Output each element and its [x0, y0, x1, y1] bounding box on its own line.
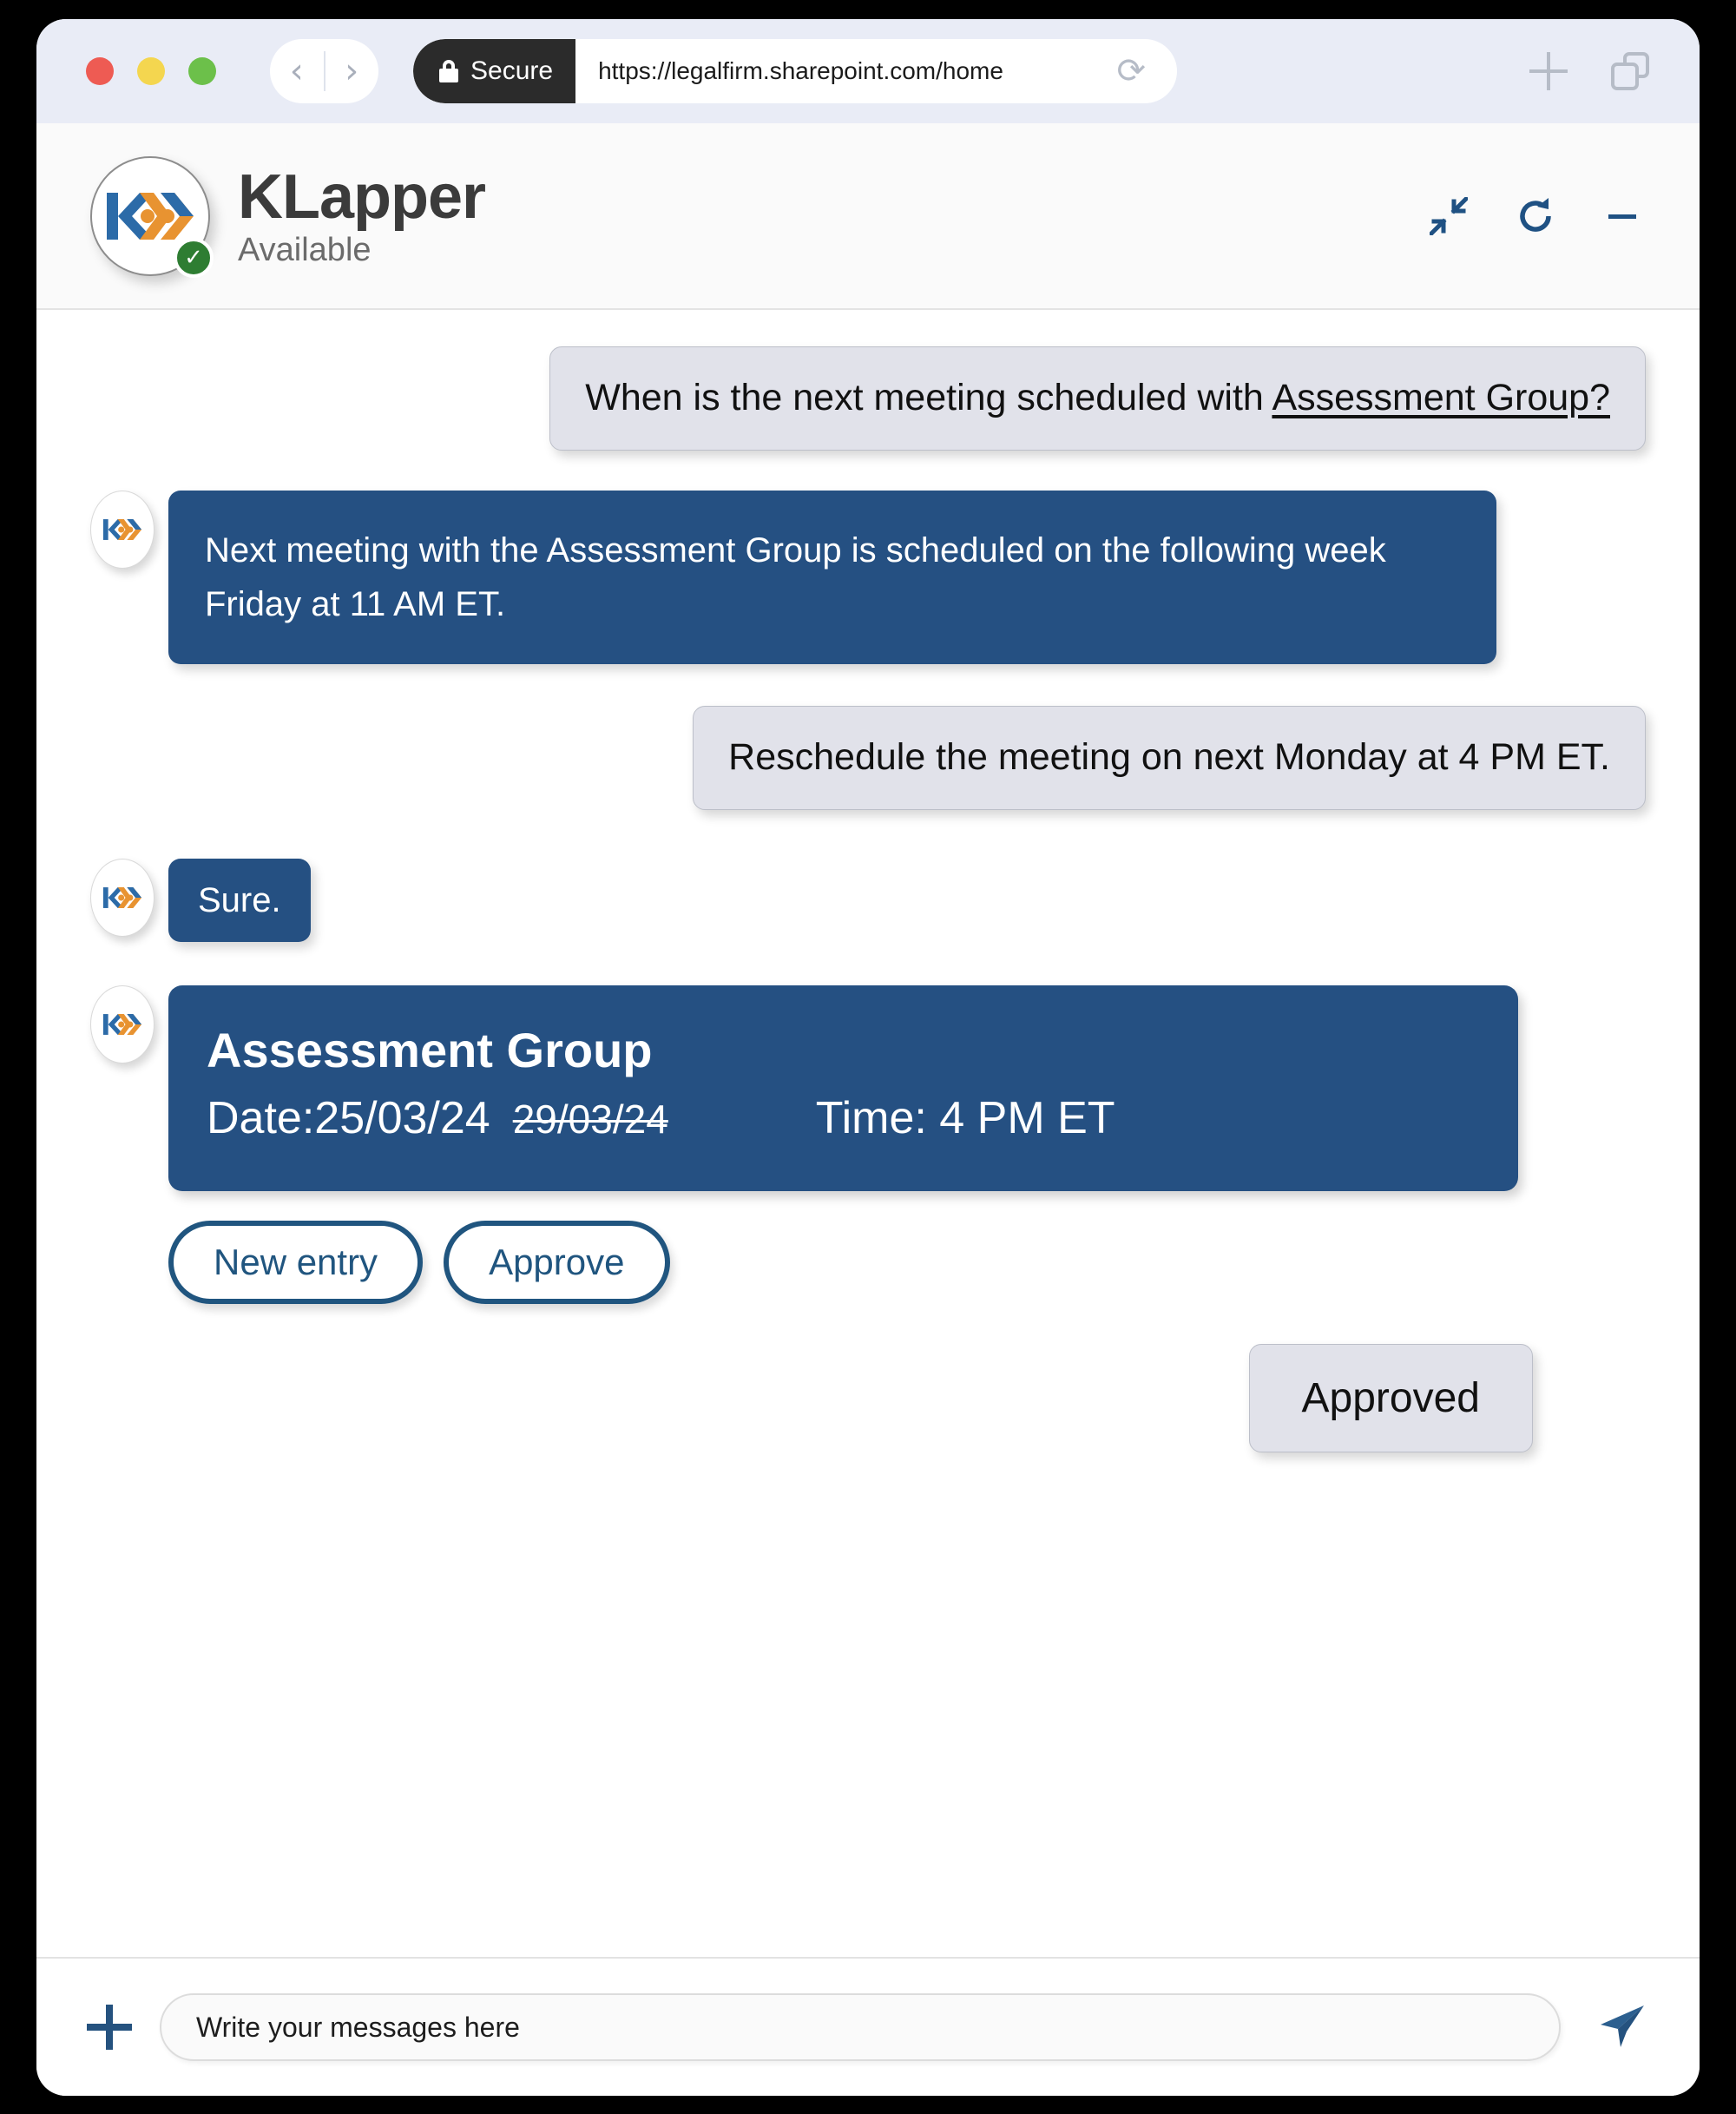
- chat-area: When is the next meeting scheduled with …: [36, 310, 1700, 1957]
- message-row-user-1: When is the next meeting scheduled with …: [90, 346, 1646, 451]
- meeting-card: Assessment Group Date: 25/03/24 29/03/24…: [168, 985, 1518, 1191]
- klapper-logo-icon: [102, 1013, 142, 1035]
- klapper-logo-icon: [102, 886, 142, 908]
- klapper-logo-icon: [107, 192, 194, 240]
- card-action-buttons: New entry Approve: [168, 1220, 1646, 1304]
- bot-message-bubble: Sure.: [168, 858, 311, 942]
- approve-button[interactable]: Approve: [444, 1220, 670, 1304]
- browser-chrome: ‹ › Secure https://legalfirm.sharepoint.…: [36, 19, 1700, 123]
- meeting-time: Time: 4 PM ET: [815, 1092, 1115, 1143]
- bot-avatar: [90, 985, 155, 1064]
- close-window-button[interactable]: [86, 57, 114, 85]
- collapse-icon[interactable]: [1425, 193, 1472, 240]
- tabs-overview-icon[interactable]: [1611, 52, 1649, 90]
- traffic-lights: [86, 57, 216, 85]
- message-row-user-3: Approved: [90, 1344, 1533, 1452]
- chrome-right-actions: [1529, 52, 1649, 90]
- new-tab-icon[interactable]: [1529, 52, 1568, 90]
- bot-message-bubble: Next meeting with the Assessment Group i…: [168, 490, 1496, 664]
- browser-window: ‹ › Secure https://legalfirm.sharepoint.…: [36, 19, 1700, 2096]
- navigation-pill: ‹ ›: [270, 39, 378, 103]
- zoom-window-button[interactable]: [188, 57, 216, 85]
- screen-root: ‹ › Secure https://legalfirm.sharepoint.…: [0, 0, 1736, 2114]
- minimize-window-button[interactable]: [137, 57, 165, 85]
- secure-badge: Secure: [413, 39, 576, 103]
- secure-label: Secure: [470, 56, 554, 85]
- meeting-card-title: Assessment Group: [207, 1022, 653, 1077]
- status-badge: ✓: [174, 237, 214, 278]
- new-entry-button[interactable]: New entry: [168, 1220, 424, 1304]
- message-input[interactable]: Write your messages here: [160, 1993, 1561, 2061]
- presence-status-label: Available: [238, 231, 372, 268]
- lock-icon: [439, 60, 458, 82]
- url-text[interactable]: https://legalfirm.sharepoint.com/home: [575, 57, 1003, 85]
- minimize-icon[interactable]: [1599, 193, 1646, 240]
- reload-icon[interactable]: ⟳: [1116, 54, 1146, 89]
- message-row-user-2: Reschedule the meeting on next Monday at…: [90, 705, 1646, 810]
- back-icon[interactable]: ‹: [270, 39, 324, 103]
- send-icon: [1601, 2005, 1644, 2047]
- assessment-group-link[interactable]: Assessment Group?: [1272, 377, 1610, 418]
- meeting-date-new: 25/03/24: [314, 1092, 490, 1143]
- user-message-bubble: Reschedule the meeting on next Monday at…: [693, 705, 1646, 810]
- message-row-bot-1: Next meeting with the Assessment Group i…: [90, 490, 1646, 664]
- header-actions: [1425, 193, 1646, 240]
- bot-avatar: [90, 490, 155, 569]
- meeting-date-label: Date:: [207, 1092, 315, 1143]
- send-button[interactable]: [1595, 2000, 1649, 2054]
- message-row-bot-2: Sure.: [90, 858, 1646, 942]
- user-message-bubble: When is the next meeting scheduled with …: [549, 346, 1646, 451]
- page-title: KLapper: [238, 161, 486, 232]
- meeting-card-details: Date: 25/03/24 29/03/24 Time: 4 PM ET: [207, 1092, 1480, 1144]
- brand-block: KLapper Available: [238, 161, 486, 268]
- add-attachment-icon[interactable]: [87, 2005, 132, 2050]
- app-header: ✓ KLapper Available: [36, 123, 1700, 310]
- avatar: ✓: [90, 155, 214, 278]
- refresh-icon[interactable]: [1512, 193, 1559, 240]
- forward-icon[interactable]: ›: [326, 39, 379, 103]
- address-bar[interactable]: Secure https://legalfirm.sharepoint.com/…: [413, 39, 1177, 103]
- bot-avatar: [90, 858, 155, 937]
- user-message-bubble: Approved: [1248, 1344, 1533, 1452]
- klapper-logo-icon: [102, 518, 142, 540]
- message-row-bot-card: Assessment Group Date: 25/03/24 29/03/24…: [90, 985, 1646, 1191]
- message-composer: Write your messages here: [36, 1957, 1700, 2096]
- user-message-text: When is the next meeting scheduled with: [585, 377, 1272, 418]
- message-input-placeholder: Write your messages here: [196, 2011, 520, 2043]
- meeting-date-old: 29/03/24: [512, 1096, 668, 1142]
